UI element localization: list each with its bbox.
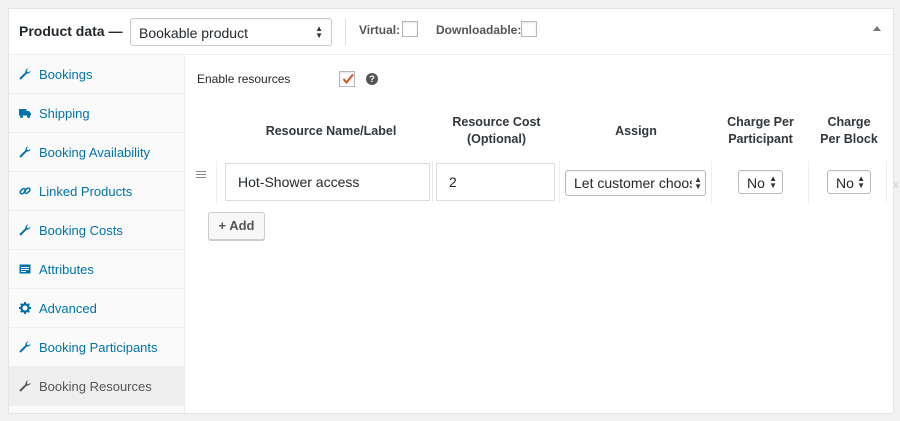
wrench-icon (19, 224, 31, 236)
col-header-charge-participant-line2: Participant (728, 132, 793, 146)
row-divider (711, 161, 712, 203)
tab-label: Booking Resources (39, 378, 152, 394)
downloadable-label: Downloadable: (436, 23, 522, 37)
enable-resources-label: Enable resources (197, 72, 291, 86)
wrench-icon (19, 146, 31, 158)
resource-cost-value: 2 (449, 174, 457, 190)
product-data-header: Product data — Bookable product ▲ ▼ Virtu… (9, 9, 893, 55)
col-header-charge-block: Charge Per Block (810, 114, 888, 148)
col-header-charge-block-line2: Per Block (820, 132, 878, 146)
checkmark-icon (342, 73, 354, 85)
col-header-charge-participant: Charge Per Participant (713, 114, 808, 148)
tab-linked-products[interactable]: Linked Products (9, 172, 184, 211)
col-header-cost: Resource Cost (Optional) (434, 114, 559, 148)
product-type-select[interactable]: Bookable product ▲ ▼ (130, 18, 332, 46)
charge-per-participant-value: No (747, 175, 765, 191)
col-header-assign: Assign (561, 123, 711, 140)
tab-booking-availability[interactable]: Booking Availability (9, 133, 184, 172)
downloadable-checkbox[interactable] (521, 21, 537, 37)
tab-booking-costs[interactable]: Booking Costs (9, 211, 184, 250)
assign-select[interactable]: Let customer choose ▲ ▼ (565, 170, 706, 196)
row-divider (886, 161, 887, 203)
select-arrows-icon: ▲ ▼ (693, 175, 702, 191)
resource-name-input[interactable]: Hot-Shower access (225, 163, 430, 201)
row-divider (559, 161, 560, 203)
help-icon[interactable]: ? (366, 73, 378, 85)
assign-value: Let customer choose (574, 175, 692, 191)
tab-attributes[interactable]: Attributes (9, 250, 184, 289)
virtual-label: Virtual: (359, 23, 401, 37)
enable-resources-checkbox[interactable] (339, 71, 355, 87)
tab-label: Attributes (39, 261, 94, 277)
wrench-icon (19, 341, 31, 353)
tab-booking-participants[interactable]: Booking Participants (9, 328, 184, 367)
charge-per-block-select[interactable]: No ▲ ▼ (827, 170, 871, 194)
select-arrows-icon: ▲ ▼ (315, 24, 323, 40)
resource-name-value: Hot-Shower access (238, 174, 360, 190)
charge-per-block-value: No (836, 175, 854, 191)
col-header-assign-text: Assign (615, 124, 657, 138)
product-data-panel: Product data — Bookable product ▲ ▼ Virtu… (8, 8, 899, 414)
select-arrows-icon: ▲ ▼ (857, 174, 865, 190)
col-header-charge-participant-line1: Charge Per (727, 115, 794, 129)
select-arrows-icon: ▲ ▼ (769, 174, 777, 190)
tab-label: Booking Costs (39, 222, 123, 238)
gear-icon (19, 302, 31, 314)
wrench-icon (19, 68, 31, 80)
tab-advanced[interactable]: Advanced (9, 289, 184, 328)
tab-bookings[interactable]: Bookings (9, 55, 184, 94)
tab-label: Booking Participants (39, 339, 158, 355)
tab-label: Advanced (39, 300, 97, 316)
tab-shipping[interactable]: Shipping (9, 94, 184, 133)
col-header-name: Resource Name/Label (236, 123, 426, 140)
charge-per-participant-select[interactable]: No ▲ ▼ (738, 170, 783, 194)
tab-label: Bookings (39, 66, 93, 82)
tab-label: Shipping (39, 105, 90, 121)
link-icon (19, 185, 31, 197)
product-data-title: Product data — (19, 23, 123, 39)
col-header-charge-block-line1: Charge (827, 115, 871, 129)
resource-cost-input[interactable]: 2 (436, 163, 555, 201)
col-header-cost-line2: (Optional) (466, 132, 526, 146)
tab-booking-resources[interactable]: Booking Resources (9, 367, 184, 406)
tab-label: Linked Products (39, 183, 133, 199)
wrench-icon (19, 380, 31, 392)
col-header-cost-line1: Resource Cost (452, 115, 541, 129)
row-divider (808, 161, 809, 203)
drag-handle-icon[interactable] (196, 167, 210, 181)
truck-icon (19, 107, 31, 119)
remove-row-icon[interactable]: x (893, 179, 899, 191)
product-type-value: Bookable product (139, 25, 248, 41)
col-header-name-text: Resource Name/Label (265, 124, 397, 138)
row-divider (432, 161, 433, 203)
product-data-tabs: Bookings Shipping Booking Availability L… (9, 55, 185, 413)
header-divider (345, 19, 346, 45)
add-resource-button[interactable]: + Add (208, 212, 265, 240)
tab-label: Booking Availability (39, 144, 151, 160)
collapse-arrow-icon[interactable] (873, 26, 881, 31)
list-icon (19, 263, 31, 275)
row-divider (216, 161, 217, 203)
booking-resources-panel: Enable resources ? Resource Name/Label R… (186, 55, 899, 413)
virtual-checkbox[interactable] (402, 21, 418, 37)
